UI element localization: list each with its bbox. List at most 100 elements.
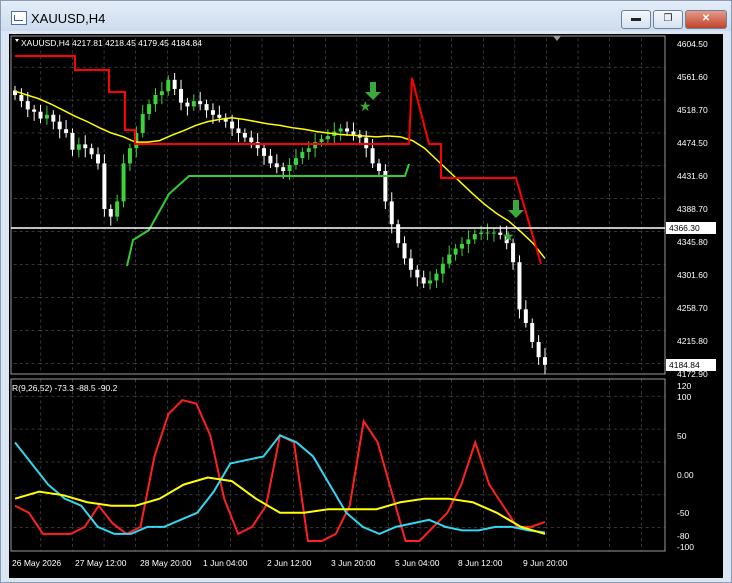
time-tick: 26 May 2026 <box>12 558 61 568</box>
candle-body <box>102 163 107 210</box>
candle-body <box>249 137 254 143</box>
time-tick: 9 Jun 20:00 <box>523 558 568 568</box>
title-bar[interactable]: XAUUSD,H4 ▬ ❐ ✕ <box>1 1 731 31</box>
candle-body <box>127 148 132 164</box>
candle-body <box>523 309 528 324</box>
price-tick: 4431.60 <box>677 171 708 181</box>
price-tick: 4172.90 <box>677 369 708 379</box>
candle-body <box>453 248 458 255</box>
indicator-tick: 100 <box>677 392 691 402</box>
candle-body <box>242 133 247 138</box>
chart-area[interactable]: XAUUSD,H4 4217.81 4218.45 4179.45 4184.8… <box>9 34 723 578</box>
candle-body <box>447 254 452 264</box>
candle-body <box>287 164 292 172</box>
price-tick: 4518.70 <box>677 105 708 115</box>
candle-body <box>147 104 152 115</box>
candle-body <box>185 102 190 107</box>
candle-body <box>319 139 324 143</box>
candle-body <box>517 262 522 310</box>
candle-body <box>236 128 241 134</box>
candle-body <box>402 243 407 259</box>
price-tick: 4301.60 <box>677 270 708 280</box>
candle-body <box>345 128 350 132</box>
time-tick: 3 Jun 20:00 <box>331 558 376 568</box>
candle-body <box>64 129 69 134</box>
window-title: XAUUSD,H4 <box>31 11 106 26</box>
candle-body <box>25 101 30 110</box>
time-tick: 8 Jun 12:00 <box>458 558 503 568</box>
candle-body <box>281 167 286 172</box>
candle-body <box>172 79 177 89</box>
time-tick: 1 Jun 04:00 <box>203 558 248 568</box>
signal-star-icon: ★ <box>502 228 515 244</box>
candle-body <box>204 104 209 111</box>
price-tick: 4215.80 <box>677 336 708 346</box>
candle-body <box>210 110 215 115</box>
candle-body <box>428 280 433 284</box>
candle-body <box>268 155 273 164</box>
candle-body <box>434 273 439 281</box>
indicator-tick: 50 <box>677 431 687 441</box>
maximize-button[interactable]: ❐ <box>653 10 683 29</box>
candle-body <box>191 101 196 107</box>
candle-body <box>108 209 113 217</box>
candle-body <box>262 148 267 156</box>
candle-body <box>166 79 171 92</box>
price-tick: 4345.80 <box>677 237 708 247</box>
candle-body <box>351 131 356 135</box>
candle-body <box>159 91 164 96</box>
candle-body <box>96 154 101 164</box>
candle-body <box>140 114 145 134</box>
candle-body <box>472 234 477 240</box>
candle-body <box>179 88 184 103</box>
time-tick: 5 Jun 04:00 <box>395 558 440 568</box>
indicator-tick: -100 <box>677 542 694 552</box>
candle-body <box>274 163 279 168</box>
candle-body <box>459 243 464 249</box>
candle-body <box>217 114 222 118</box>
candle-body <box>479 232 484 235</box>
candle-body <box>57 121 62 130</box>
candle-body <box>293 158 298 165</box>
candle-body <box>51 114 56 122</box>
candle-body <box>408 258 413 270</box>
candle-body <box>300 152 305 159</box>
time-axis: 26 May 2026 27 May 12:00 28 May 20:00 1 … <box>12 558 568 568</box>
price-axis: 4604.50 4561.60 4518.70 4474.50 4431.60 … <box>677 39 708 379</box>
indicator-label: R(9,26,52) -73.3 -88.5 -90.2 <box>12 383 118 393</box>
candle-body <box>230 121 235 129</box>
price-tick: 4258.70 <box>677 303 708 313</box>
time-tick: 27 May 12:00 <box>75 558 127 568</box>
candle-body <box>466 239 471 244</box>
chart-window-icon <box>11 11 27 25</box>
candle-body <box>32 109 37 112</box>
candle-body <box>76 144 81 150</box>
candle-body <box>70 133 75 150</box>
info-line: XAUUSD,H4 4217.81 4218.45 4179.45 4184.8… <box>21 38 202 48</box>
candle-body <box>389 201 394 225</box>
close-button[interactable]: ✕ <box>685 10 727 29</box>
indicator-tick: 120 <box>677 381 691 391</box>
price-chart[interactable]: XAUUSD,H4 4217.81 4218.45 4179.45 4184.8… <box>9 34 723 578</box>
candle-body <box>306 148 311 153</box>
candle-body <box>89 148 94 155</box>
time-tick: 2 Jun 12:00 <box>267 558 312 568</box>
price-tick: 4388.70 <box>677 204 708 214</box>
candle-body <box>325 136 330 140</box>
indicator-tick: -80 <box>677 531 690 541</box>
minimize-button[interactable]: ▬ <box>621 10 651 29</box>
candle-body <box>364 137 369 149</box>
candle-body <box>338 128 343 132</box>
candle-body <box>485 232 490 234</box>
candle-body <box>198 101 203 105</box>
candle-body <box>83 144 88 149</box>
hline-price-label: 4366.30 <box>669 223 700 233</box>
candle-body <box>19 95 24 102</box>
candle-body <box>491 232 496 234</box>
time-tick: 28 May 20:00 <box>140 558 192 568</box>
candle-body <box>38 111 43 119</box>
candle-body <box>421 277 426 284</box>
candle-body <box>115 201 120 217</box>
candle-body <box>543 357 547 365</box>
indicator-grid <box>11 379 665 551</box>
